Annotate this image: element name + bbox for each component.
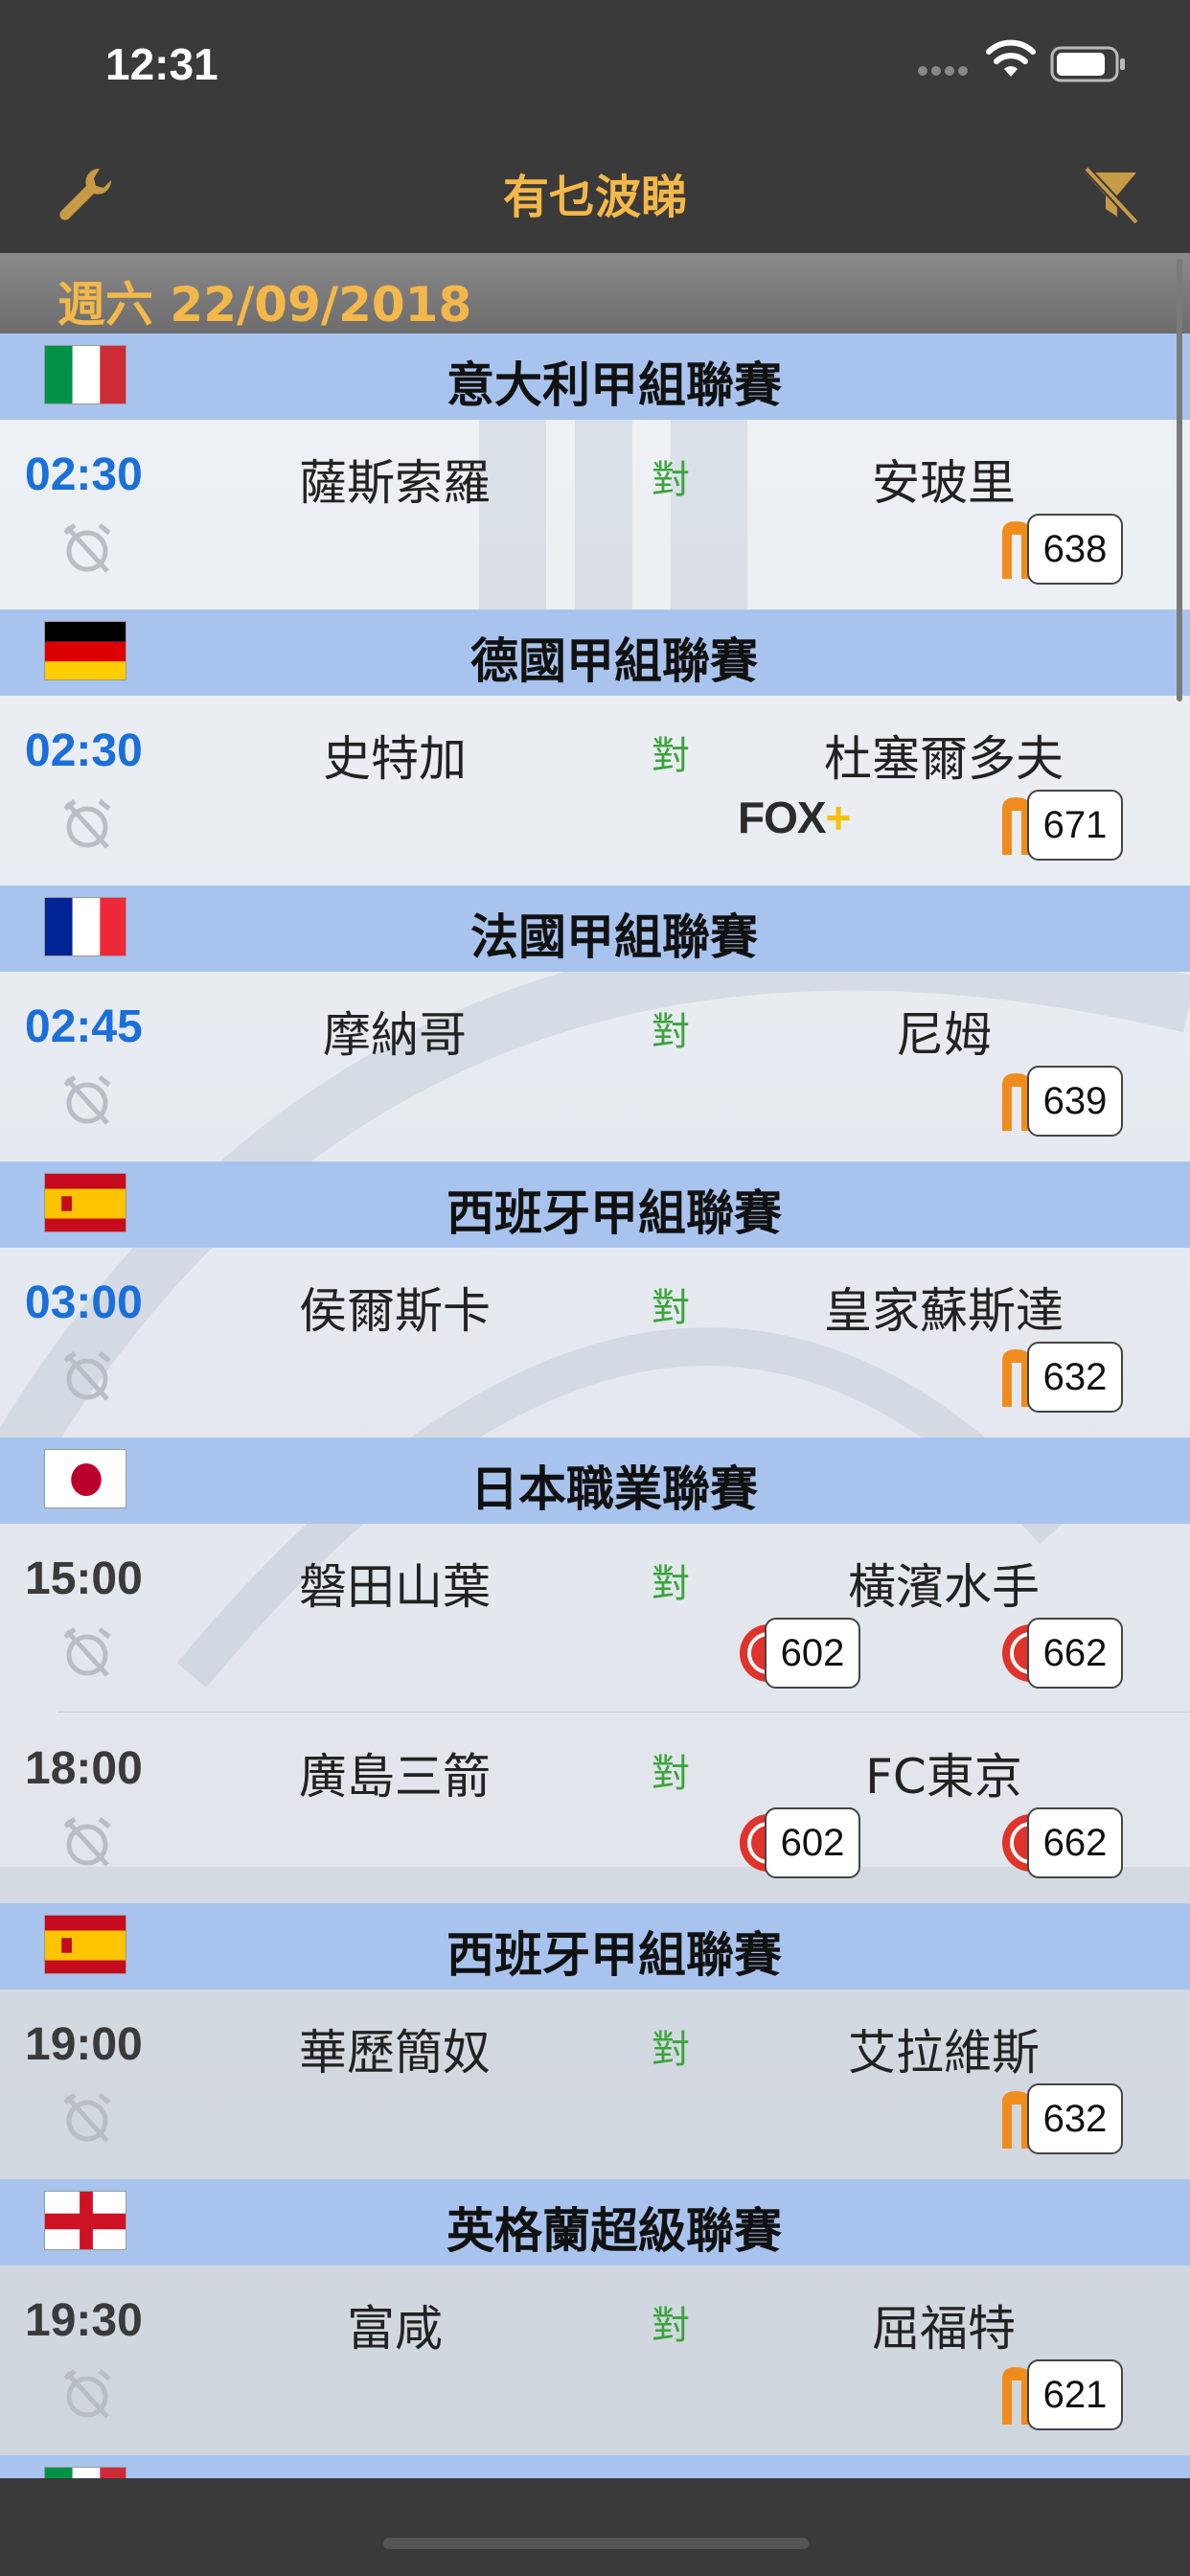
versus-label: 對 [652,1286,690,1330]
away-team: 橫濱水手 [848,1559,1040,1615]
alarm-off-icon[interactable] [61,1625,113,1679]
match-time: 18:00 [25,1743,143,1794]
league-name: 英格蘭超級聯賽 [446,2203,782,2259]
channel-number: 632 [1027,2083,1123,2154]
match-row[interactable]: 19:00 華歷簡奴 對 艾拉維斯 632 [0,1990,1190,2179]
match-row[interactable]: 02:45 摩納哥 對 尼姆 639 [0,972,1190,1162]
match-time: 02:30 [25,725,143,776]
scrollbar[interactable] [1177,259,1182,702]
filter-icon[interactable] [1079,163,1142,226]
versus-label: 對 [652,1752,690,1796]
away-team: 皇家蘇斯達 [824,1283,1064,1339]
match-time: 03:00 [25,1277,143,1328]
channel-number: 602 [765,1618,860,1689]
league-name: 法國甲組聯賽 [470,909,758,965]
home-team: 侯爾斯卡 [299,1283,491,1339]
league-name: 意大利甲組聯賽 [446,357,782,413]
alarm-off-icon[interactable] [61,2091,113,2145]
alarm-off-icon[interactable] [61,797,113,851]
league-header: 西班牙甲組聯賽 [0,1162,1190,1248]
match-time: 19:00 [25,2019,143,2070]
channel-number: 662 [1027,1807,1123,1878]
channel-number: 602 [765,1807,860,1878]
home-team: 磐田山葉 [299,1559,491,1615]
match-row[interactable]: 15:00 磐田山葉 對 橫濱水手 602 662 [0,1524,1190,1714]
league-header [0,2455,1190,2478]
channel-number: 638 [1027,514,1123,585]
away-team: FC東京 [865,1749,1022,1805]
league-header: 日本職業聯賽 [0,1438,1190,1524]
versus-label: 對 [652,734,690,778]
channel-number: 662 [1027,1618,1123,1689]
away-team: 尼姆 [896,1007,992,1063]
bottom-bar [0,2478,1190,2576]
home-team: 廣島三箭 [299,1749,491,1805]
versus-label: 對 [652,2304,690,2348]
alarm-off-icon[interactable] [61,2367,113,2421]
away-team: 屈福特 [872,2301,1016,2357]
match-time: 02:45 [25,1001,143,1052]
home-team: 華歷簡奴 [299,2025,491,2081]
alarm-off-icon[interactable] [61,1349,113,1403]
alarm-off-icon[interactable] [61,1815,113,1869]
league-name: 德國甲組聯賽 [470,633,758,689]
status-bar: 12:31 [0,0,1190,126]
home-team: 富咸 [347,2301,443,2357]
league-header: 英格蘭超級聯賽 [0,2179,1190,2266]
match-list[interactable]: 意大利甲組聯賽 02:30 薩斯索羅 對 安玻里 638 德國甲組聯賽 02:3… [0,334,1190,2478]
italy-flag [44,2467,126,2478]
versus-label: 對 [652,1010,690,1054]
wifi-icon [986,39,1036,77]
match-row[interactable]: 02:30 薩斯索羅 對 安玻里 638 [0,420,1190,610]
row-divider [57,1712,1190,1713]
away-team: 艾拉維斯 [848,2025,1040,2081]
league-name: 西班牙甲組聯賽 [446,1927,782,1983]
match-row[interactable]: 03:00 侯爾斯卡 對 皇家蘇斯達 632 [0,1248,1190,1438]
channel-number: 639 [1027,1066,1123,1137]
match-row[interactable]: 19:30 富咸 對 屈福特 621 [0,2266,1190,2455]
status-time: 12:31 [105,39,218,89]
home-indicator[interactable] [383,2538,809,2549]
match-time: 15:00 [25,1553,143,1604]
away-team: 安玻里 [872,455,1016,511]
signal-icon [918,61,972,76]
away-team: 杜塞爾多夫 [824,731,1064,787]
date-label: 週六 22/09/2018 [57,277,472,333]
league-header: 法國甲組聯賽 [0,886,1190,972]
home-team: 史特加 [323,731,467,787]
home-team: 摩納哥 [323,1007,467,1063]
nav-bar: 有乜波睇 [0,126,1190,253]
versus-label: 對 [652,1562,690,1606]
match-time: 02:30 [25,449,143,500]
league-name: 西班牙甲組聯賽 [446,1185,782,1241]
league-name: 日本職業聯賽 [470,1461,758,1517]
match-row[interactable]: 02:30 史特加 對 杜塞爾多夫 FOX+ 671 [0,696,1190,886]
match-row[interactable]: 18:00 廣島三箭 對 FC東京 602 662 [0,1714,1190,1903]
fox-plus-logo: FOX+ [738,793,851,842]
league-header: 意大利甲組聯賽 [0,334,1190,420]
alarm-off-icon[interactable] [61,521,113,575]
match-time: 19:30 [25,2295,143,2346]
channel-number: 621 [1027,2359,1123,2430]
league-header: 西班牙甲組聯賽 [0,1903,1190,1990]
channel-number: 671 [1027,790,1123,861]
app-title: 有乜波睇 [502,171,687,224]
alarm-off-icon[interactable] [61,1073,113,1127]
league-header: 德國甲組聯賽 [0,610,1190,696]
channel-number: 632 [1027,1342,1123,1413]
versus-label: 對 [652,458,690,502]
home-team: 薩斯索羅 [299,455,491,511]
battery-icon [1050,46,1125,82]
date-header: 週六 22/09/2018 [0,253,1190,334]
versus-label: 對 [652,2028,690,2072]
